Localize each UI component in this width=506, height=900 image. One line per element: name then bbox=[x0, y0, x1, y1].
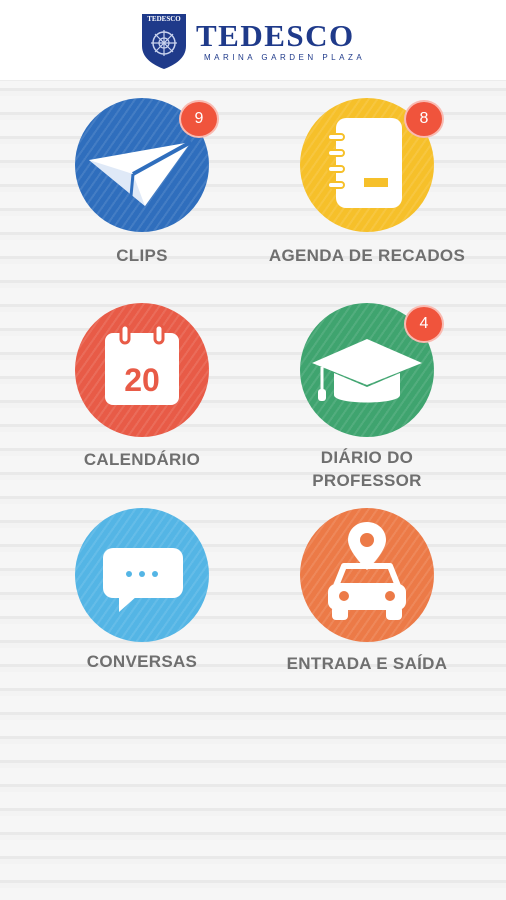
calendar-date: 20 bbox=[124, 362, 160, 398]
diario-badge: 4 bbox=[404, 305, 444, 343]
clips-badge: 9 bbox=[179, 100, 219, 138]
diario-label: DIÁRIO DO PROFESSOR bbox=[312, 448, 422, 490]
brand-subtitle: MARINA GARDEN PLAZA bbox=[204, 53, 366, 62]
calendario-circle[interactable]: 20 bbox=[75, 303, 209, 437]
brand-name: TEDESCO bbox=[196, 18, 355, 53]
conversas-circle[interactable] bbox=[75, 508, 209, 642]
entrada-label: ENTRADA E SAÍDA bbox=[286, 654, 448, 673]
conversas-label: CONVERSAS bbox=[86, 652, 198, 671]
agenda-badge: 8 bbox=[404, 100, 444, 138]
chat-bubble-icon bbox=[103, 548, 183, 612]
app-header: TEDESCO TEDESCO MARINA GARDEN PLAZA bbox=[0, 0, 506, 81]
tile-conversas[interactable]: CONVERSAS bbox=[27, 508, 257, 678]
calendario-label: CALENDÁRIO bbox=[83, 450, 201, 469]
agenda-label: AGENDA DE RECADOS bbox=[268, 246, 466, 265]
car-location-icon bbox=[328, 522, 406, 620]
tile-calendario[interactable]: 20 CALENDÁRIO bbox=[27, 303, 257, 473]
tile-clips[interactable]: 9 CLIPS bbox=[27, 98, 257, 268]
clips-label: CLIPS bbox=[116, 246, 168, 265]
crest-icon: TEDESCO bbox=[142, 14, 186, 69]
tile-agenda-de-recados[interactable]: 8 AGENDA DE RECADOS bbox=[252, 98, 482, 268]
entrada-circle[interactable] bbox=[300, 508, 434, 642]
crest-text: TEDESCO bbox=[147, 15, 181, 23]
tedesco-logo: TEDESCO TEDESCO MARINA GARDEN PLAZA bbox=[140, 12, 370, 70]
calendar-icon: 20 bbox=[105, 323, 179, 405]
tile-entrada-e-saida[interactable]: ENTRADA E SAÍDA bbox=[252, 508, 482, 678]
tile-diario-do-professor[interactable]: 4 DIÁRIO DO PROFESSOR bbox=[252, 303, 482, 493]
